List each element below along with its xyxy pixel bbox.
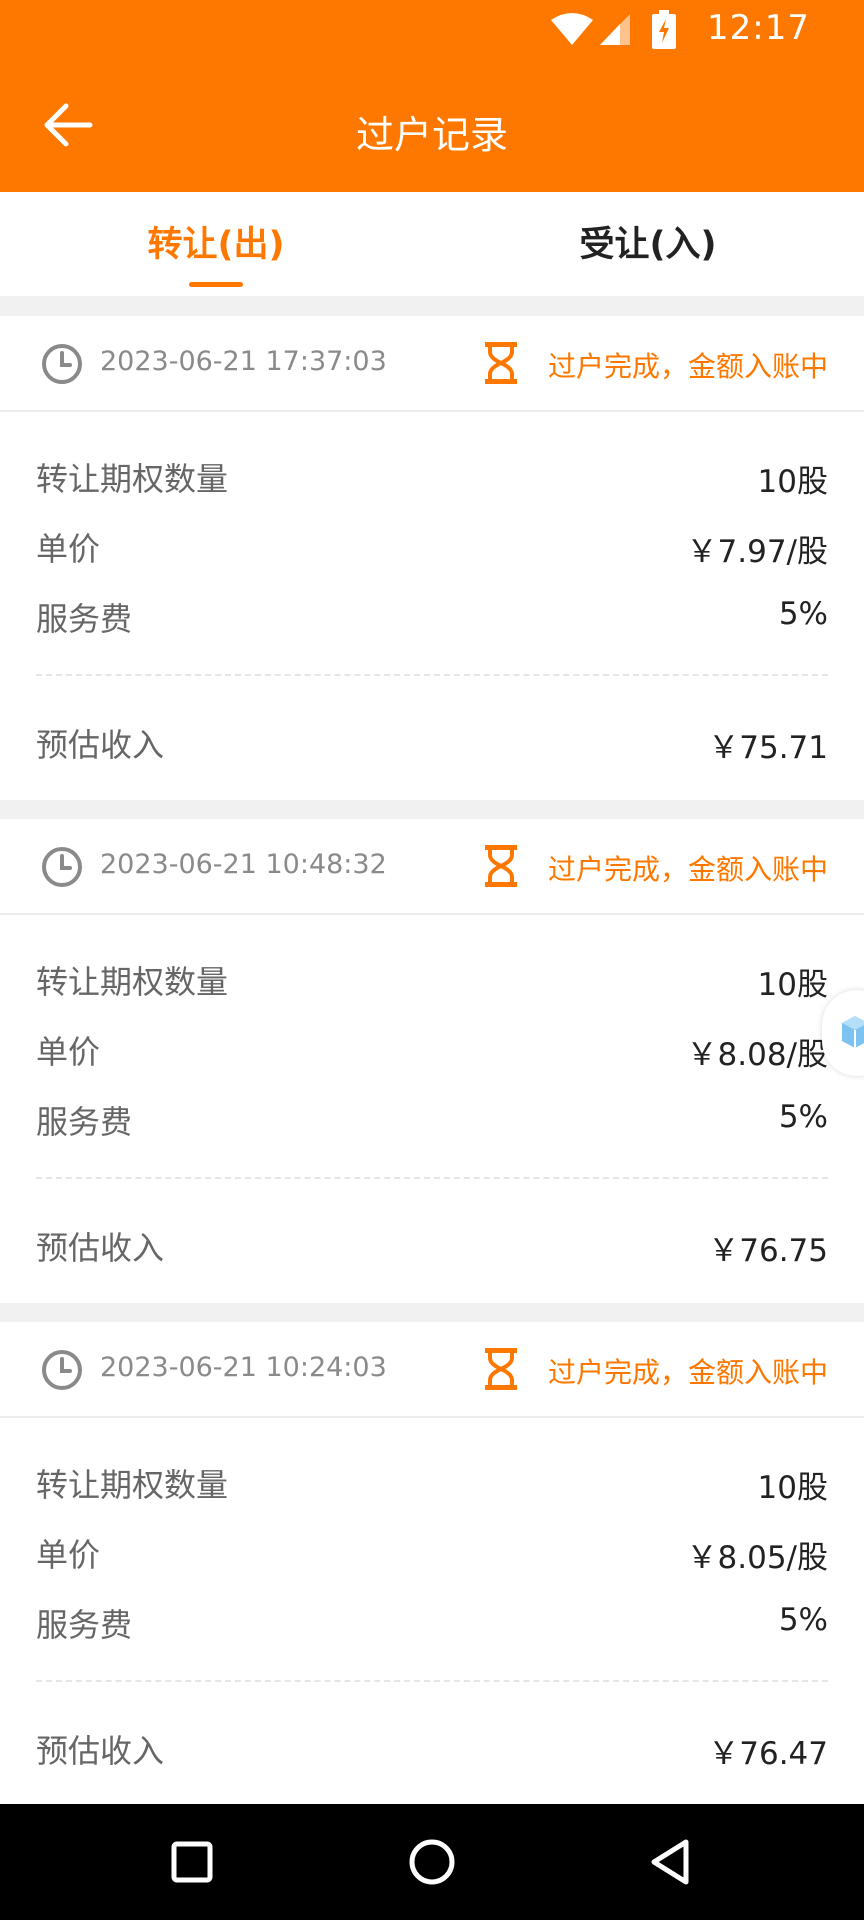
clock-icon	[42, 1350, 82, 1390]
record-status: 过户完成，金额入账中	[547, 350, 828, 383]
record-card[interactable]: 2023-06-21 10:24:03 过户完成，金额入账中 转让期权数量 10…	[0, 1322, 864, 1804]
system-navigation-bar	[0, 1804, 864, 1920]
tab-transfer-in[interactable]: 受让(入)	[432, 192, 864, 296]
service-fee-label: 服务费	[36, 1103, 133, 1141]
tab-transfer-in-label: 受让(入)	[579, 225, 717, 265]
record-card-header: 2023-06-21 10:24:03 过户完成，金额入账中	[0, 1322, 864, 1418]
quantity-value: 10股	[757, 967, 828, 1003]
dashed-divider	[36, 674, 828, 676]
record-time: 2023-06-21 10:48:32	[100, 849, 387, 880]
record-card[interactable]: 2023-06-21 17:37:03 过户完成，金额入账中 转让期权数量 10…	[0, 316, 864, 800]
status-time: 12:17	[707, 8, 810, 48]
record-card-header: 2023-06-21 17:37:03 过户完成，金额入账中	[0, 316, 864, 412]
unit-price-value: ￥7.97/股	[686, 534, 828, 570]
estimated-income-label: 预估收入	[36, 1732, 165, 1770]
unit-price-label: 单价	[36, 1536, 101, 1574]
record-time: 2023-06-21 17:37:03	[100, 346, 387, 377]
record-card-header: 2023-06-21 10:48:32 过户完成，金额入账中	[0, 819, 864, 915]
clock-icon	[42, 847, 82, 887]
recent-apps-icon[interactable]	[162, 1832, 222, 1892]
record-status: 过户完成，金额入账中	[547, 853, 828, 886]
estimated-income-label: 预估收入	[36, 726, 165, 764]
record-time: 2023-06-21 10:24:03	[100, 1352, 387, 1383]
cube-icon	[842, 1016, 864, 1048]
tab-bar: 转让(出) 受让(入)	[0, 192, 864, 296]
unit-price-value: ￥8.08/股	[686, 1037, 828, 1073]
dashed-divider	[36, 1680, 828, 1682]
quantity-value: 10股	[757, 1470, 828, 1506]
signal-icon	[600, 14, 630, 45]
estimated-income-label: 预估收入	[36, 1229, 165, 1267]
quantity-value: 10股	[757, 464, 828, 500]
page-title: 过户记录	[355, 113, 508, 157]
battery-icon	[652, 10, 676, 49]
estimated-income-value: ￥75.71	[708, 730, 828, 766]
service-fee-label: 服务费	[36, 600, 133, 638]
dashed-divider	[36, 1177, 828, 1179]
service-fee-label: 服务费	[36, 1606, 133, 1644]
service-fee-value: 5%	[778, 1099, 828, 1135]
record-card[interactable]: 2023-06-21 10:48:32 过户完成，金额入账中 转让期权数量 10…	[0, 819, 864, 1303]
quantity-label: 转让期权数量	[36, 1466, 229, 1504]
tab-transfer-out[interactable]: 转让(出)	[0, 192, 432, 296]
estimated-income-value: ￥76.75	[708, 1233, 828, 1269]
unit-price-value: ￥8.05/股	[686, 1540, 828, 1576]
hourglass-icon	[485, 342, 517, 384]
quantity-label: 转让期权数量	[36, 460, 229, 498]
unit-price-label: 单价	[36, 530, 101, 568]
screen: 12:17 过户记录 转让(出) 受让(入) 2023-06-21 17:37:…	[0, 0, 864, 1920]
estimated-income-value: ￥76.47	[708, 1736, 828, 1772]
service-fee-value: 5%	[778, 596, 828, 632]
unit-price-label: 单价	[36, 1033, 101, 1071]
service-fee-value: 5%	[778, 1602, 828, 1638]
clock-icon	[42, 344, 82, 384]
wifi-icon	[551, 13, 593, 45]
status-bar: 12:17	[0, 0, 864, 60]
app-header: 12:17 过户记录	[0, 0, 864, 192]
tab-transfer-out-label: 转让(出)	[147, 225, 285, 265]
hourglass-icon	[485, 845, 517, 887]
hourglass-icon	[485, 1348, 517, 1390]
active-tab-indicator	[189, 282, 243, 287]
nav-back-icon[interactable]	[642, 1832, 702, 1892]
home-icon[interactable]	[402, 1832, 462, 1892]
quantity-label: 转让期权数量	[36, 963, 229, 1001]
record-status: 过户完成，金额入账中	[547, 1356, 828, 1389]
